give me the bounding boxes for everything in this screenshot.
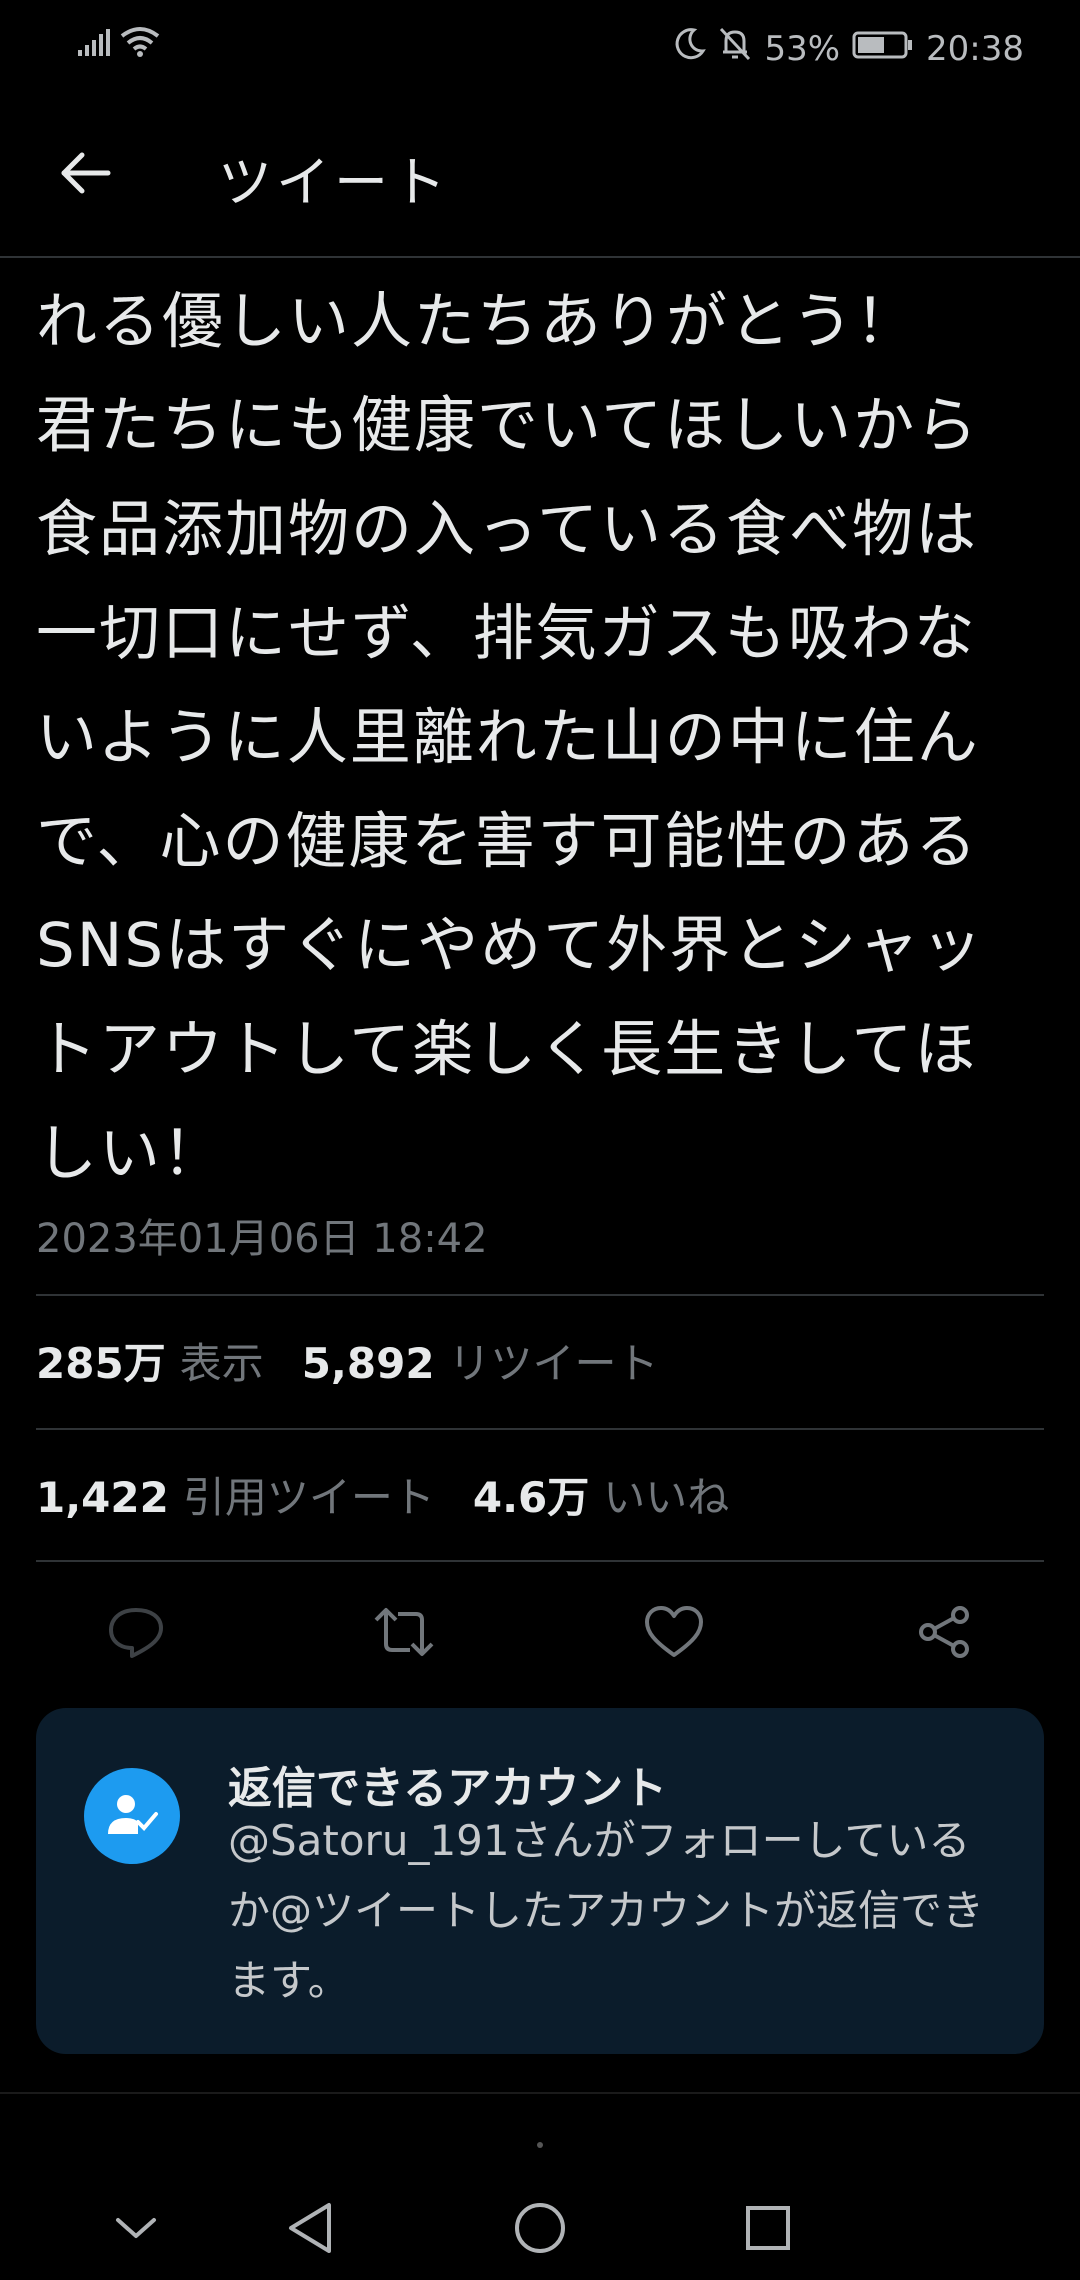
status-bar: 53% 20:38	[0, 0, 1080, 92]
page-indicator-dot	[537, 2142, 543, 2148]
divider	[36, 1428, 1044, 1430]
arrow-left-icon	[58, 151, 112, 199]
bell-off-icon	[718, 26, 752, 71]
retweet-button[interactable]	[364, 1594, 444, 1674]
moon-icon	[672, 27, 707, 70]
chevron-down-icon	[114, 2214, 158, 2246]
reply-restriction-text: @Satoru_191さんがフォローしているか@ツイートしたアカウントが返信でき…	[228, 1816, 985, 2005]
system-nav-bar	[0, 2170, 1080, 2280]
stats-row-1: 285万 表示 5,892 リツイート	[36, 1330, 697, 1390]
reply-button[interactable]	[96, 1594, 176, 1674]
likes-label: いいね	[603, 1472, 730, 1522]
likes-stat[interactable]: 4.6万 いいね	[473, 1464, 729, 1525]
signal-icon	[76, 27, 112, 67]
nav-collapse-button[interactable]	[96, 2190, 176, 2270]
views-count: 285万	[36, 1338, 166, 1388]
retweet-icon	[372, 1604, 436, 1664]
triangle-back-icon	[285, 2201, 335, 2259]
top-app-bar: ツイート	[0, 120, 1080, 230]
nav-home-button[interactable]	[500, 2190, 580, 2270]
retweets-label: リツイート	[448, 1338, 659, 1388]
battery-icon	[852, 29, 914, 69]
views-stat[interactable]: 285万 表示	[36, 1330, 264, 1391]
reply-icon	[106, 1604, 166, 1664]
views-label: 表示	[179, 1338, 264, 1388]
like-icon	[644, 1605, 704, 1663]
header-divider	[0, 256, 1080, 258]
clock: 20:38	[926, 28, 1024, 69]
nav-recents-button[interactable]	[728, 2190, 808, 2270]
tweet-actions	[0, 1594, 1080, 1674]
divider	[36, 1560, 1044, 1562]
likes-count: 4.6万	[472, 1472, 590, 1522]
tweet-timestamp[interactable]: 2023年01月06日 18:42	[36, 1206, 488, 1264]
reply-restriction-card: 返信できるアカウント @Satoru_191さんがフォローしているか@ツイートし…	[36, 1708, 1044, 2054]
retweets-stat[interactable]: 5,892 リツイート	[302, 1330, 659, 1391]
quotes-label: 引用ツイート	[182, 1472, 435, 1522]
share-button[interactable]	[904, 1594, 984, 1674]
battery-percent: 53%	[764, 28, 841, 69]
retweets-count: 5,892	[301, 1338, 435, 1388]
share-icon	[915, 1603, 973, 1665]
divider	[36, 1294, 1044, 1296]
wifi-icon	[120, 26, 160, 67]
circle-home-icon	[513, 2201, 567, 2259]
tweet-text: れる優しい人たちありがとう！ 君たちにも健康でいてほしいから 食品添加物の入って…	[36, 286, 985, 1189]
page-title: ツイート	[218, 151, 450, 214]
nav-back-button[interactable]	[270, 2190, 350, 2270]
person-check-icon	[84, 1768, 180, 1864]
quotes-stat[interactable]: 1,422 引用ツイート	[36, 1464, 435, 1525]
bottom-divider	[0, 2092, 1080, 2094]
stats-row-2: 1,422 引用ツイート 4.6万 いいね	[36, 1464, 767, 1524]
back-button[interactable]	[50, 140, 120, 210]
square-recents-icon	[743, 2203, 793, 2257]
like-button[interactable]	[634, 1594, 714, 1674]
quotes-count: 1,422	[36, 1472, 169, 1522]
